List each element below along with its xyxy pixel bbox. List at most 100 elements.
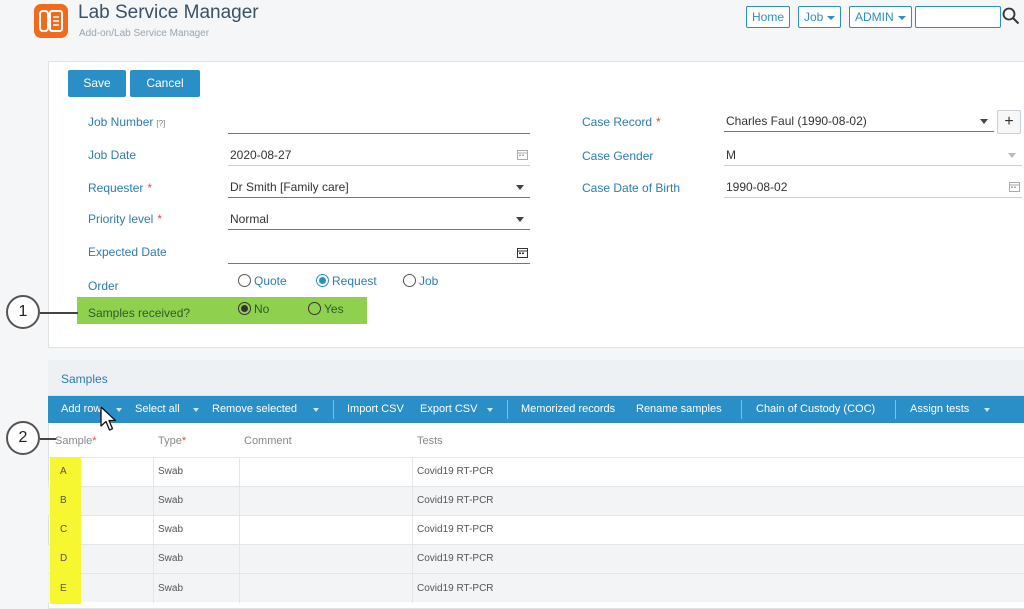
order-radio-job[interactable]: Job: [403, 274, 438, 288]
required-mark: *: [92, 435, 97, 447]
case-record-label-text: Case Record: [582, 115, 653, 129]
sample-type-cell[interactable]: Swab: [158, 466, 183, 477]
required-mark: *: [656, 115, 661, 129]
assign-tests-button[interactable]: Assign tests: [910, 403, 969, 415]
nav-admin-label: ADMIN: [855, 10, 894, 24]
nav-home-button[interactable]: Home: [746, 6, 791, 28]
chain-of-custody-button[interactable]: Chain of Custody (COC): [756, 403, 875, 415]
callout-2-line: [40, 438, 56, 440]
case-dob-field[interactable]: 1990-08-02: [724, 176, 1022, 198]
sample-tests-cell[interactable]: Covid19 RT-PCR: [417, 524, 494, 535]
column-header-tests[interactable]: Tests: [417, 435, 443, 447]
table-row[interactable]: [48, 486, 1024, 515]
import-csv-button[interactable]: Import CSV: [347, 403, 404, 415]
select-all-button[interactable]: Select all: [135, 403, 180, 415]
sample-tests-cell[interactable]: Covid19 RT-PCR: [417, 553, 494, 564]
samples-received-option-label: Yes: [324, 302, 344, 316]
samples-panel-title: Samples: [61, 372, 108, 386]
requester-label: Requester *: [88, 181, 152, 195]
case-record-select[interactable]: Charles Faul (1990-08-02): [724, 110, 994, 132]
nav-job-dropdown[interactable]: Job: [798, 6, 842, 28]
case-dob-value: 1990-08-02: [726, 180, 788, 194]
samples-received-option-label: No: [254, 302, 270, 316]
toolbar-divider: [741, 400, 742, 419]
chevron-down-icon[interactable]: [487, 408, 493, 412]
priority-label-text: Priority level: [88, 212, 154, 226]
sample-id-cell[interactable]: A: [60, 466, 67, 477]
chevron-down-icon: [1008, 153, 1016, 158]
required-mark: *: [181, 435, 187, 447]
job-date-value: 2020-08-27: [230, 148, 292, 162]
sample-type-cell[interactable]: Swab: [158, 524, 183, 535]
add-row-button[interactable]: Add row: [61, 403, 101, 415]
sample-tests-cell[interactable]: Covid19 RT-PCR: [417, 495, 494, 506]
requester-label-text: Requester: [88, 181, 144, 195]
chevron-down-icon: [516, 185, 524, 190]
expected-date-label: Expected Date: [88, 245, 167, 259]
order-radio-request[interactable]: Request: [316, 274, 377, 288]
app-title: Lab Service Manager: [78, 2, 259, 23]
column-header-label: Type: [158, 435, 182, 447]
case-dob-label: Case Date of Birth: [582, 181, 681, 195]
calendar-icon[interactable]: [1009, 181, 1020, 192]
expected-date-field[interactable]: [228, 242, 530, 264]
order-label: Order: [88, 279, 119, 293]
case-gender-select[interactable]: M: [724, 144, 1022, 166]
callout-1-line: [40, 312, 78, 314]
column-header-label: Sample: [55, 435, 93, 447]
job-number-label-text: Job Number: [88, 115, 154, 129]
sample-id-cell[interactable]: D: [60, 553, 67, 564]
sample-type-cell[interactable]: Swab: [158, 553, 183, 564]
nav-home-label: Home: [752, 10, 785, 24]
calendar-icon[interactable]: [517, 149, 528, 160]
toolbar-divider: [895, 400, 896, 419]
rename-samples-button[interactable]: Rename samples: [636, 403, 722, 415]
column-header-sample[interactable]: Sample*: [55, 435, 97, 447]
search-icon[interactable]: [1002, 7, 1020, 25]
callout-2-badge: 2: [6, 421, 40, 455]
priority-select[interactable]: Normal: [228, 208, 530, 230]
sample-id-cell[interactable]: C: [60, 524, 67, 535]
table-row[interactable]: [48, 515, 1024, 544]
order-radio-quote[interactable]: Quote: [238, 274, 287, 288]
column-header-comment[interactable]: Comment: [244, 435, 292, 447]
samples-received-label: Samples received?: [88, 306, 191, 320]
job-number-field[interactable]: [228, 112, 530, 134]
export-csv-button[interactable]: Export CSV: [420, 403, 477, 415]
column-divider: [412, 457, 413, 603]
column-header-type[interactable]: Type*: [158, 435, 186, 447]
requester-value: Dr Smith [Family care]: [230, 180, 349, 194]
sample-tests-cell[interactable]: Covid19 RT-PCR: [417, 466, 494, 477]
nav-admin-dropdown[interactable]: ADMIN: [849, 6, 912, 28]
sample-id-cell[interactable]: B: [60, 495, 67, 506]
case-record-label: Case Record *: [582, 115, 661, 129]
help-hint[interactable]: [?]: [156, 119, 165, 128]
chevron-down-icon: [980, 119, 988, 124]
table-row[interactable]: [48, 573, 1024, 602]
chevron-down-icon[interactable]: [313, 408, 319, 412]
add-case-record-button[interactable]: +: [997, 110, 1021, 134]
radio-on-icon: [316, 274, 329, 287]
search-input[interactable]: [915, 6, 1001, 28]
memorized-records-button[interactable]: Memorized records: [521, 403, 615, 415]
mouse-pointer-icon: [100, 406, 117, 431]
job-date-field[interactable]: 2020-08-27: [228, 144, 530, 166]
chevron-down-icon[interactable]: [984, 408, 990, 412]
requester-select[interactable]: Dr Smith [Family care]: [228, 176, 530, 198]
sample-type-cell[interactable]: Swab: [158, 583, 183, 594]
remove-selected-button[interactable]: Remove selected: [212, 403, 297, 415]
sample-type-cell[interactable]: Swab: [158, 495, 183, 506]
chevron-down-icon[interactable]: [193, 408, 199, 412]
calendar-icon[interactable]: [517, 247, 528, 258]
app-logo-icon: [34, 4, 68, 38]
samples-received-radio-yes[interactable]: Yes: [308, 302, 344, 316]
radio-on-icon: [238, 302, 251, 315]
order-option-label: Quote: [254, 274, 287, 288]
cancel-button[interactable]: Cancel: [130, 70, 200, 97]
sample-id-cell[interactable]: E: [60, 583, 67, 594]
table-row[interactable]: [48, 544, 1024, 573]
sample-tests-cell[interactable]: Covid19 RT-PCR: [417, 583, 494, 594]
save-button[interactable]: Save: [68, 70, 126, 97]
samples-received-radio-no[interactable]: No: [238, 302, 269, 316]
table-row[interactable]: [48, 457, 1024, 486]
